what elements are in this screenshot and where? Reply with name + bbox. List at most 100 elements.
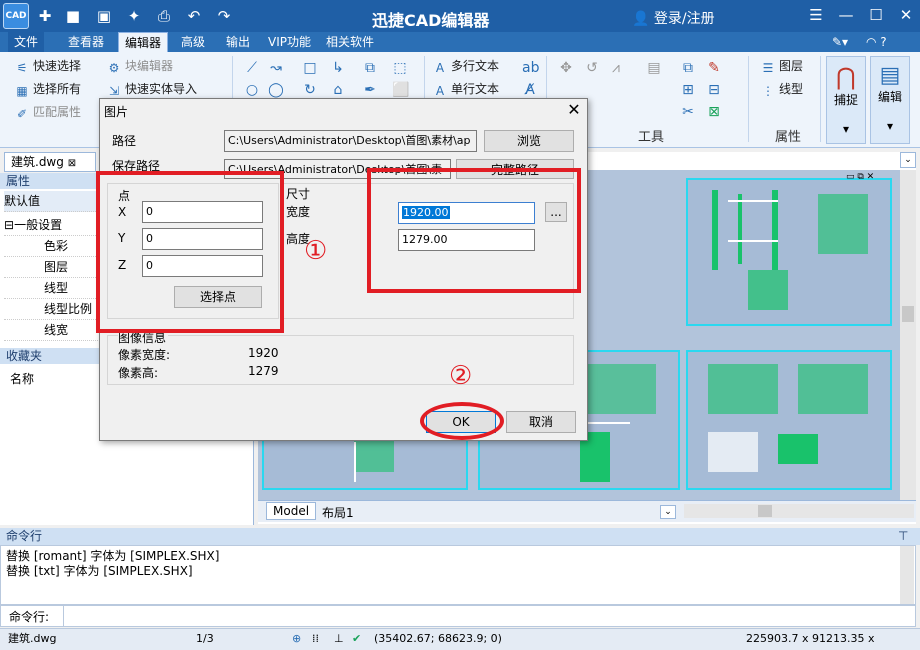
polyline-icon[interactable]: ↝ bbox=[268, 60, 284, 76]
rotate-icon[interactable]: ↻ bbox=[302, 82, 318, 98]
tab-vip[interactable]: VIP功能 bbox=[262, 32, 317, 52]
menu-icon[interactable]: ☰ bbox=[804, 4, 828, 26]
rotate-tool-icon[interactable]: ↺ bbox=[584, 60, 600, 76]
ribbon-separator bbox=[748, 56, 749, 142]
property-row[interactable]: 线宽 bbox=[4, 320, 100, 341]
single-text-button[interactable]: A 单行文本 bbox=[432, 79, 499, 99]
new-icon[interactable]: ✚ bbox=[35, 6, 55, 26]
array-icon[interactable]: ▤ bbox=[646, 60, 662, 76]
marker-1: ① bbox=[304, 236, 328, 266]
tab-editor[interactable]: 编辑器 bbox=[118, 32, 169, 52]
default-value-select[interactable]: 默认值 bbox=[4, 191, 100, 212]
print-icon[interactable]: ⎙ bbox=[154, 6, 174, 26]
collapse-icon[interactable]: ⊟ bbox=[4, 218, 14, 232]
tab-model[interactable]: Model bbox=[266, 502, 317, 520]
size-group-label: 尺寸 bbox=[286, 187, 311, 201]
property-row[interactable]: 色彩 bbox=[4, 236, 100, 257]
ribbon-separator bbox=[820, 56, 821, 142]
snap-button[interactable]: ⋂ 捕捉 ▾ bbox=[826, 56, 866, 144]
chevron-down-icon[interactable]: ⌄ bbox=[900, 152, 916, 168]
osnap-toggle-icon[interactable]: ✔ bbox=[352, 629, 361, 649]
snap-label: 捕捉 bbox=[833, 93, 858, 107]
cancel-button[interactable]: 取消 bbox=[506, 411, 576, 433]
dim-icon[interactable]: ⬜ bbox=[392, 82, 409, 98]
close-icon[interactable]: ✕ bbox=[562, 99, 586, 121]
move-icon[interactable]: ✥ bbox=[558, 60, 574, 76]
pen-icon[interactable]: ✎▾ bbox=[826, 32, 854, 52]
match-properties-button[interactable]: ✐ 匹配属性 bbox=[14, 102, 81, 122]
pdf-icon[interactable]: ✦ bbox=[124, 6, 144, 26]
tab-file[interactable]: 文件 bbox=[8, 32, 45, 52]
ortho-toggle-icon[interactable]: ⊥ bbox=[334, 629, 344, 649]
join-icon[interactable]: ⊞ bbox=[680, 82, 696, 98]
tab-related-software[interactable]: 相关软件 bbox=[320, 32, 380, 52]
highlight-ok-ellipse bbox=[420, 402, 504, 440]
tab-output[interactable]: 输出 bbox=[220, 32, 256, 52]
layer-label: 图层 bbox=[779, 59, 804, 73]
rectangle-icon[interactable]: □ bbox=[302, 60, 318, 76]
minimize-icon[interactable]: — bbox=[834, 4, 858, 26]
scroll-thumb[interactable] bbox=[902, 306, 914, 322]
select-all-icon: ▦ bbox=[16, 84, 28, 98]
file-tab[interactable]: 建筑.dwg ⊠ bbox=[4, 152, 96, 172]
redo-icon[interactable]: ↷ bbox=[214, 6, 234, 26]
general-settings-row[interactable]: ⊟一般设置 bbox=[4, 215, 100, 236]
quick-select-button[interactable]: ⚟ 快速选择 bbox=[14, 56, 81, 76]
property-row[interactable]: 线型 bbox=[4, 278, 100, 299]
select-all-button[interactable]: ▦ 选择所有 bbox=[14, 79, 81, 99]
command-input[interactable] bbox=[63, 606, 915, 626]
dialog-title: 图片 bbox=[104, 105, 129, 119]
erase-icon[interactable]: ✎ bbox=[706, 60, 722, 76]
property-row[interactable]: 图层 bbox=[4, 257, 100, 278]
login-label: 登录/注册 bbox=[653, 11, 715, 27]
chevron-down-icon: ▾ bbox=[842, 122, 850, 136]
browse-button[interactable]: 浏览 bbox=[484, 130, 574, 152]
close-tab-icon[interactable]: ⊠ bbox=[68, 158, 76, 169]
close-icon[interactable]: ✕ bbox=[894, 4, 918, 26]
break-icon[interactable]: ⊟ bbox=[706, 82, 722, 98]
chevron-down-icon[interactable]: ⌄ bbox=[660, 505, 676, 519]
undo-icon[interactable]: ↶ bbox=[184, 6, 204, 26]
pen-tool-icon[interactable]: ✒ bbox=[362, 82, 378, 98]
linetype-button[interactable]: ⋮ 线型 bbox=[760, 79, 803, 99]
save-icon[interactable]: ▣ bbox=[94, 6, 114, 26]
tab-layout1[interactable]: 布局1 bbox=[322, 504, 354, 521]
snap-toggle-icon[interactable]: ⊕ bbox=[292, 629, 301, 649]
scroll-thumb[interactable] bbox=[758, 505, 772, 517]
open-icon[interactable]: ■ bbox=[63, 6, 83, 26]
mirror-icon[interactable]: ⩘ bbox=[608, 60, 624, 76]
path-field[interactable]: C:\Users\Administrator\Desktop\首图\素材\ap bbox=[224, 130, 477, 152]
stretch-icon[interactable]: ⊠ bbox=[706, 104, 722, 120]
pin-icon[interactable]: ⊤ bbox=[898, 528, 908, 545]
tab-advanced[interactable]: 高级 bbox=[175, 32, 211, 52]
ellipse-icon[interactable]: ◯ bbox=[268, 82, 284, 98]
title-bar: CAD ✚ ■ ▣ ✦ ⎙ ↶ ↷ 迅捷CAD编辑器 👤 登录/注册 ☰ — ☐… bbox=[0, 0, 920, 32]
drawing-sheet bbox=[686, 178, 892, 326]
copy-icon[interactable]: ⧉ bbox=[362, 60, 378, 76]
command-header: 命令行 ⊤ bbox=[0, 528, 920, 545]
layer-button[interactable]: ☰ 图层 bbox=[760, 56, 803, 76]
text-style-icon[interactable]: A̸ bbox=[522, 82, 538, 98]
hatch-icon[interactable]: ⬚ bbox=[392, 60, 408, 76]
login-button[interactable]: 👤 登录/注册 bbox=[632, 8, 715, 28]
abc-icon[interactable]: ab bbox=[522, 60, 539, 76]
grid-toggle-icon[interactable]: ⁞⁞ bbox=[312, 629, 319, 649]
circle-icon[interactable]: ○ bbox=[244, 82, 260, 98]
edit-button[interactable]: ▤ 编辑 ▾ bbox=[870, 56, 910, 144]
tab-viewer[interactable]: 查看器 bbox=[62, 32, 110, 52]
property-row[interactable]: 线型比例 bbox=[4, 299, 100, 320]
mtext-button[interactable]: A 多行文本 bbox=[432, 56, 499, 76]
maximize-icon[interactable]: ☐ bbox=[864, 4, 888, 26]
command-log-scrollbar[interactable] bbox=[900, 546, 914, 604]
horizontal-scrollbar[interactable] bbox=[684, 504, 914, 518]
line-icon[interactable]: ⟋ bbox=[244, 60, 260, 76]
help-icon[interactable]: ◠ ? bbox=[860, 32, 893, 52]
vertical-scrollbar[interactable] bbox=[900, 170, 916, 500]
polyline-tool-icon[interactable]: ↳ bbox=[330, 60, 346, 76]
block-editor-button[interactable]: ⚙ 块编辑器 bbox=[106, 56, 173, 76]
block-icon[interactable]: ⌂ bbox=[330, 82, 346, 98]
explode-icon[interactable]: ⧉ bbox=[680, 60, 696, 76]
viewport-controls[interactable]: ▭ ⧉ ✕ bbox=[846, 172, 874, 182]
quick-entity-import-button[interactable]: ⇲ 快速实体导入 bbox=[106, 79, 197, 99]
cut-icon[interactable]: ✂ bbox=[680, 104, 696, 120]
